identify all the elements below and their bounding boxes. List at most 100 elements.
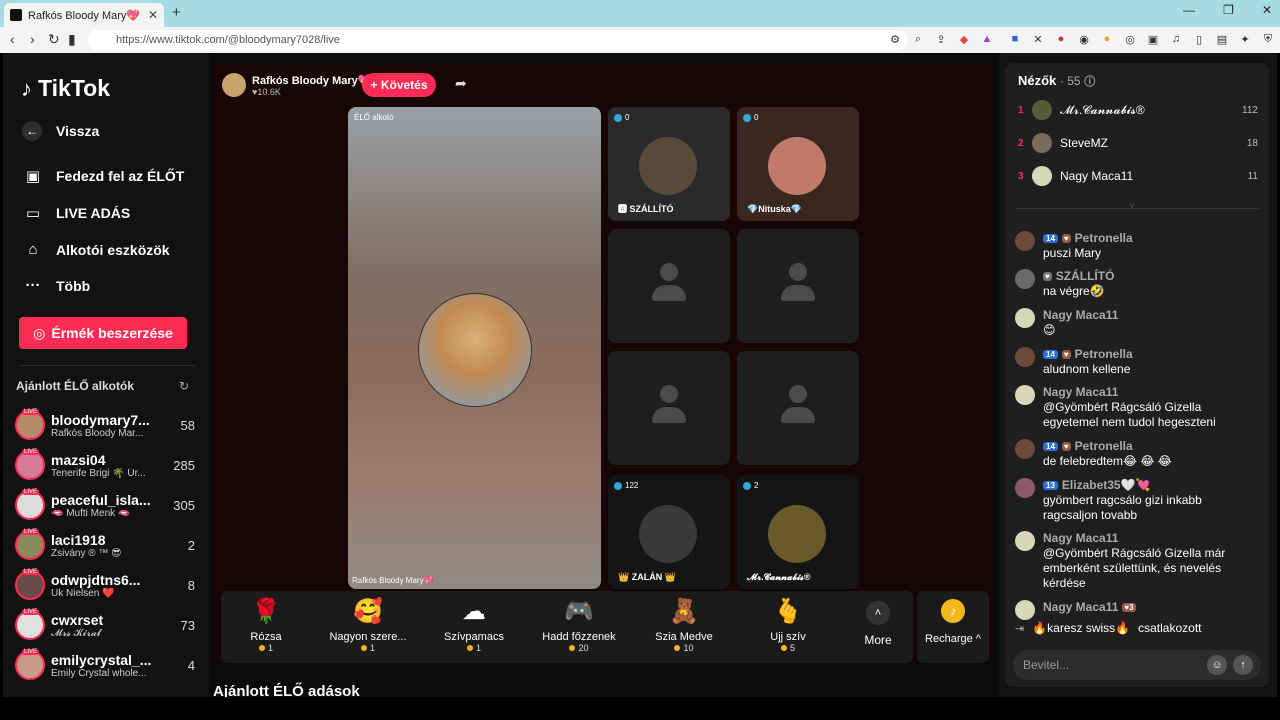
extensions-puzzle-icon[interactable]: ✦: [1238, 32, 1252, 46]
follow-button[interactable]: + Követés: [362, 73, 436, 97]
extension-9-icon[interactable]: ▤: [1215, 32, 1229, 46]
viewer-name: 𝓜𝓻.𝓒𝓪𝓷𝓷𝓪𝓫𝓲𝓼®: [1060, 102, 1145, 117]
minimize-button[interactable]: —: [1183, 3, 1195, 17]
avatar[interactable]: [1015, 347, 1035, 367]
brave-shield-icon[interactable]: ◆: [957, 32, 971, 46]
nav-more[interactable]: ··· Több: [24, 277, 91, 294]
chat-user[interactable]: Elizabet35🤍💘: [1062, 478, 1151, 492]
heart-puff-gift-icon: ☁: [462, 598, 486, 625]
avatar[interactable]: [1015, 439, 1035, 459]
avatar[interactable]: [1015, 531, 1035, 551]
creator-item[interactable]: LIVE laci1918 Zsivány ® ™ 😎 2: [15, 527, 195, 563]
creator-item[interactable]: LIVE bloodymary7... Rafkós Bloody Mar... …: [15, 407, 195, 443]
reload-icon[interactable]: ↻: [48, 31, 60, 48]
shield-icon[interactable]: ⛨: [1261, 32, 1275, 46]
empty-seat[interactable]: [608, 229, 730, 343]
refresh-icon[interactable]: ↻: [179, 379, 189, 393]
share-page-icon[interactable]: ⇪: [934, 32, 948, 46]
creator-item[interactable]: LIVE peaceful_isla... 🫦 Mufti Menk 🫦 305: [15, 487, 195, 523]
empty-seat[interactable]: [608, 351, 730, 465]
rewards-icon[interactable]: ▲: [980, 32, 994, 46]
chevron-down-icon[interactable]: ˅: [1129, 201, 1135, 212]
nav-creator-tools[interactable]: ⌂ Alkotói eszközök: [24, 241, 169, 258]
gift-item[interactable]: 🎮 Hadd főzzenek 20: [534, 597, 624, 653]
extension-7-icon[interactable]: ▣: [1146, 32, 1160, 46]
guest-name: 💎Nituska💎: [747, 204, 802, 214]
send-icon[interactable]: ↑: [1233, 655, 1253, 675]
empty-seat[interactable]: [737, 351, 859, 465]
extension-4-icon[interactable]: ◉: [1077, 32, 1091, 46]
chat-input[interactable]: Bevitel... ☺ ↑: [1013, 650, 1261, 680]
extension-2-icon[interactable]: ✕: [1031, 32, 1045, 46]
top-viewer-row[interactable]: 1 𝓜𝓻.𝓒𝓪𝓷𝓷𝓪𝓫𝓲𝓼® 112: [1018, 98, 1258, 122]
nav-explore-live[interactable]: ▣ Fedezd fel az ÉLŐT: [24, 167, 184, 185]
empty-seat[interactable]: [737, 229, 859, 343]
creator-item[interactable]: LIVE emilycrystal_... Emily Crystal whole…: [15, 647, 195, 683]
host-info[interactable]: Rafkós Bloody Mary💖 ♥10.6K: [222, 73, 371, 97]
guest-tile[interactable]: 0 🅰 SZÁLLÍTÓ: [608, 107, 730, 221]
avatar[interactable]: [1015, 600, 1035, 620]
creator-name: cwxrset: [51, 611, 104, 628]
avatar[interactable]: [1015, 385, 1035, 405]
browser-tab-bar: Rafkós Bloody Mary💖 (@bl ✕ + — ❐ ✕: [0, 0, 1280, 27]
extension-3-icon[interactable]: ●: [1054, 32, 1068, 46]
gift-item[interactable]: 🧸 Szia Medve 10: [639, 597, 729, 653]
join-user[interactable]: 🔥karesz swiss🔥: [1032, 621, 1130, 635]
share-icon[interactable]: ➦: [455, 75, 467, 92]
extension-6-icon[interactable]: ◎: [1123, 32, 1137, 46]
forward-arrow-icon[interactable]: ›: [30, 31, 35, 47]
chat-user[interactable]: Petronella: [1075, 231, 1133, 245]
bookmark-icon[interactable]: ▮: [68, 31, 76, 48]
top-viewer-row[interactable]: 3 Nagy Maca11 11: [1018, 164, 1258, 188]
extension-8-icon[interactable]: ♫: [1169, 32, 1183, 46]
tiktok-logo[interactable]: ♪ TikTok: [21, 75, 110, 102]
chat-user[interactable]: Petronella: [1075, 439, 1133, 453]
host-video[interactable]: ÉLŐ alkotó Rafkós Bloody Mary💖: [348, 107, 601, 589]
close-tab-icon[interactable]: ✕: [148, 8, 158, 22]
host-avatar[interactable]: [222, 73, 246, 97]
close-window-button[interactable]: ✕: [1262, 3, 1272, 17]
avatar[interactable]: [1015, 478, 1035, 498]
coin-icon: [780, 645, 787, 651]
creator-item[interactable]: LIVE odwpjdtns6... Uk Nielsen ❤️ 8: [15, 567, 195, 603]
creator-item[interactable]: LIVE mazsi04 Tenerife Brigi 🌴 Úr... 285: [15, 447, 195, 483]
guest-tile[interactable]: 122 👑 ZALÁN 👑: [608, 475, 730, 589]
chat-user[interactable]: Nagy Maca11: [1043, 308, 1118, 322]
extension-1-icon[interactable]: ■: [1008, 32, 1022, 46]
back-button[interactable]: ← Vissza: [22, 121, 99, 141]
creator-name: bloodymary7...: [51, 411, 150, 428]
translate-icon[interactable]: ⚙: [888, 32, 902, 46]
recharge-button[interactable]: ♪ Recharge ^: [917, 591, 989, 663]
chat-user[interactable]: Nagy Maca11: [1043, 600, 1118, 614]
more-gifts-button[interactable]: ˄ More: [856, 601, 900, 647]
avatar[interactable]: [1015, 308, 1035, 328]
guest-tile[interactable]: 2 𝓜𝓻.𝓒𝓪𝓷𝓷𝓪𝓫𝓲𝓼®: [737, 475, 859, 589]
chat-user[interactable]: SZÁLLÍTÓ: [1056, 269, 1115, 283]
chat-user[interactable]: Nagy Maca11: [1043, 385, 1118, 399]
emoji-icon[interactable]: ☺: [1207, 655, 1227, 675]
nav-go-live[interactable]: ▭ LIVE ADÁS: [24, 204, 130, 222]
chat-user[interactable]: Nagy Maca11: [1043, 531, 1118, 545]
gift-item[interactable]: 🌹 Rózsa 1: [221, 597, 311, 653]
zoom-icon[interactable]: ⌕: [911, 32, 925, 46]
gift-item[interactable]: 🥰 Nagyon szere... 1: [323, 597, 413, 653]
gift-item[interactable]: 🫰 Ujj szív 5: [743, 597, 833, 653]
maximize-button[interactable]: ❐: [1223, 3, 1234, 17]
avatar: LIVE: [15, 529, 45, 560]
new-tab-button[interactable]: +: [172, 4, 181, 21]
sidebar-icon[interactable]: ▯: [1192, 32, 1206, 46]
gift-item[interactable]: ☁ Szívpamacs 1: [429, 597, 519, 653]
browser-tab[interactable]: Rafkós Bloody Mary💖 (@bl ✕: [4, 3, 164, 27]
extension-5-icon[interactable]: ●: [1100, 32, 1114, 46]
avatar[interactable]: [1015, 231, 1035, 251]
top-viewer-row[interactable]: 2 SteveMZ 18: [1018, 131, 1258, 155]
get-coins-button[interactable]: ◎ Érmék beszerzése: [19, 317, 187, 349]
avatar[interactable]: [1015, 269, 1035, 289]
chat-user[interactable]: Petronella: [1075, 347, 1133, 361]
creator-item[interactable]: LIVE cwxrset 𝓜𝓻𝓼 𝓚𝓲𝓻𝓪𝓵 73: [15, 607, 195, 643]
back-arrow-icon[interactable]: ‹: [10, 31, 15, 47]
guest-tile[interactable]: 0 💎Nituska💎: [737, 107, 859, 221]
url-field[interactable]: https://www.tiktok.com/@bloodymary7028/l…: [88, 30, 908, 50]
cooking-gift-icon: 🎮: [564, 598, 594, 625]
info-icon[interactable]: ⓘ: [1084, 76, 1095, 88]
